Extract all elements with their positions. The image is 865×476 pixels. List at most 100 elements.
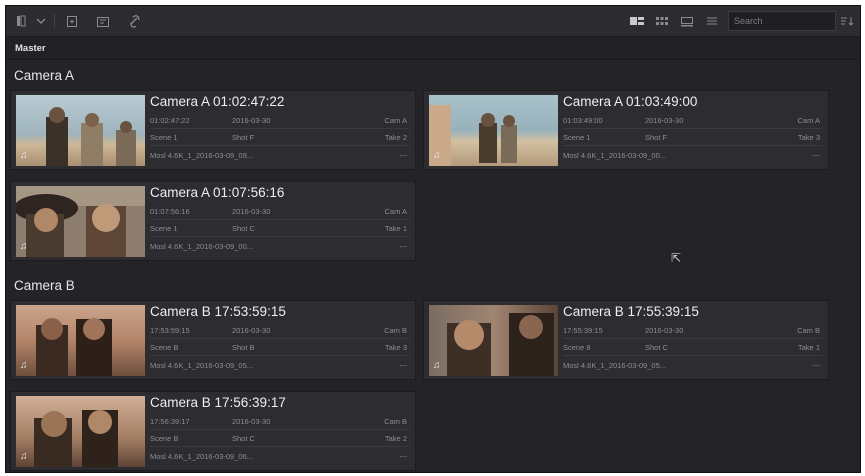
clip-title: Camera A 01:03:49:00 <box>563 94 698 109</box>
camera: Cam B <box>384 417 407 426</box>
scene: Scene 1 <box>150 133 178 142</box>
clip-thumbnail[interactable]: ♫ <box>16 305 145 376</box>
shot: Shot C <box>645 343 668 352</box>
dash: --- <box>399 452 408 461</box>
take: Take 2 <box>384 133 407 142</box>
audio-icon: ♫ <box>20 360 28 371</box>
clip-title: Camera A 01:02:47:22 <box>150 94 285 109</box>
bin-name[interactable]: Master <box>15 43 46 54</box>
audio-icon: ♫ <box>20 150 28 161</box>
new-timeline-icon[interactable] <box>92 11 114 31</box>
mouse-cursor-icon: ⇱ <box>671 251 682 265</box>
divider <box>563 338 822 339</box>
divider <box>150 338 409 339</box>
list-view-icon[interactable] <box>701 11 723 31</box>
scene: Scene B <box>150 343 179 352</box>
audio-icon: ♫ <box>20 241 28 252</box>
divider <box>150 145 409 146</box>
clip-card[interactable]: ♫ Camera B 17:55:39:15 17:55:39:15 2016-… <box>423 300 829 380</box>
divider <box>54 14 55 28</box>
date: 2016-03-30 <box>232 326 271 335</box>
scene: Scene B <box>150 434 179 443</box>
file-name: Mosl 4.6K_1_2016-03-09_05... <box>150 361 253 370</box>
audio-icon: ♫ <box>433 360 441 371</box>
take: Take 1 <box>384 224 407 233</box>
section-title-camera-b: Camera B <box>14 278 75 293</box>
scene: Scene 1 <box>150 224 178 233</box>
divider <box>150 219 409 220</box>
clip-card[interactable]: ♫ Camera B 17:56:39:17 17:56:39:17 2016-… <box>10 391 416 471</box>
dash: --- <box>812 361 821 370</box>
timecode: 01:07:56:16 <box>150 207 190 216</box>
file-name: Mosl 4.6K_1_2016-03-09_06... <box>150 452 253 461</box>
media-pool-window: Master Camera A ♫ Camera A 01:02:47:22 0… <box>5 5 861 473</box>
divider <box>150 446 409 447</box>
clip-thumbnail[interactable]: ♫ <box>429 95 558 166</box>
search-field <box>728 11 836 31</box>
take: Take 1 <box>797 343 820 352</box>
clip-thumbnail[interactable]: ♫ <box>429 305 558 376</box>
camera: Cam A <box>384 116 407 125</box>
camera: Cam A <box>797 116 820 125</box>
shot: Shot C <box>232 434 255 443</box>
grid-view-icon[interactable] <box>651 11 673 31</box>
dash: --- <box>399 242 408 251</box>
new-bin-icon[interactable] <box>61 11 83 31</box>
date: 2016-03-30 <box>645 326 684 335</box>
timecode: 17:53:59:15 <box>150 326 190 335</box>
divider <box>150 355 409 356</box>
clip-title: Camera B 17:53:59:15 <box>150 304 286 319</box>
clip-card[interactable]: ♫ Camera A 01:03:49:00 01:03:49:00 2016-… <box>423 90 829 170</box>
strip-view-icon[interactable] <box>676 11 698 31</box>
audio-icon: ♫ <box>433 150 441 161</box>
file-name: Mosl 4.6K_1_2016-03-09_00... <box>150 242 253 251</box>
shot: Shot B <box>232 343 255 352</box>
thumbnail-view-icon[interactable] <box>626 11 648 31</box>
take: Take 3 <box>384 343 407 352</box>
divider <box>150 429 409 430</box>
shot: Shot F <box>232 133 255 142</box>
timecode: 17:55:39:15 <box>563 326 603 335</box>
clip-title: Camera B 17:56:39:17 <box>150 395 286 410</box>
file-name: Mosl 4.6K_1_2016-03-09_05... <box>563 361 666 370</box>
toolbar <box>6 6 860 37</box>
dash: --- <box>399 361 408 370</box>
audio-icon: ♫ <box>20 451 28 462</box>
timecode: 01:02:47:22 <box>150 116 190 125</box>
clip-title: Camera A 01:07:56:16 <box>150 185 285 200</box>
clip-thumbnail[interactable]: ♫ <box>16 396 145 467</box>
chevron-down-icon[interactable] <box>30 11 52 31</box>
date: 2016-03-30 <box>232 417 271 426</box>
take: Take 3 <box>797 133 820 142</box>
clip-card[interactable]: ♫ Camera A 01:07:56:16 01:07:56:16 2016-… <box>10 181 416 261</box>
scene: Scene 1 <box>563 133 591 142</box>
file-name: Mosl 4.6K_1_2016-03-09_09... <box>150 151 253 160</box>
link-icon[interactable] <box>124 11 146 31</box>
clip-thumbnail[interactable]: ♫ <box>16 186 145 257</box>
timecode: 17:56:39:17 <box>150 417 190 426</box>
date: 2016-03-30 <box>645 116 684 125</box>
clip-card[interactable]: ♫ Camera B 17:53:59:15 17:53:59:15 2016-… <box>10 300 416 380</box>
divider <box>563 128 822 129</box>
file-name: Mosl 4.6K_1_2016-03-09_00... <box>563 151 666 160</box>
scene: Scene 8 <box>563 343 591 352</box>
timecode: 01:03:49:00 <box>563 116 603 125</box>
divider <box>150 236 409 237</box>
divider <box>150 128 409 129</box>
dash: --- <box>399 151 408 160</box>
shot: Shot F <box>645 133 668 142</box>
clip-card[interactable]: ♫ Camera A 01:02:47:22 01:02:47:22 2016-… <box>10 90 416 170</box>
breadcrumb: Master <box>6 37 860 60</box>
date: 2016-03-30 <box>232 116 271 125</box>
camera: Cam B <box>797 326 820 335</box>
search-input[interactable] <box>734 16 829 26</box>
camera: Cam B <box>384 326 407 335</box>
take: Take 2 <box>384 434 407 443</box>
dash: --- <box>812 151 821 160</box>
clip-thumbnail[interactable]: ♫ <box>16 95 145 166</box>
camera: Cam A <box>384 207 407 216</box>
panel-toggle-icon[interactable] <box>10 11 32 31</box>
divider <box>563 145 822 146</box>
divider <box>563 355 822 356</box>
sort-icon[interactable] <box>836 11 858 31</box>
